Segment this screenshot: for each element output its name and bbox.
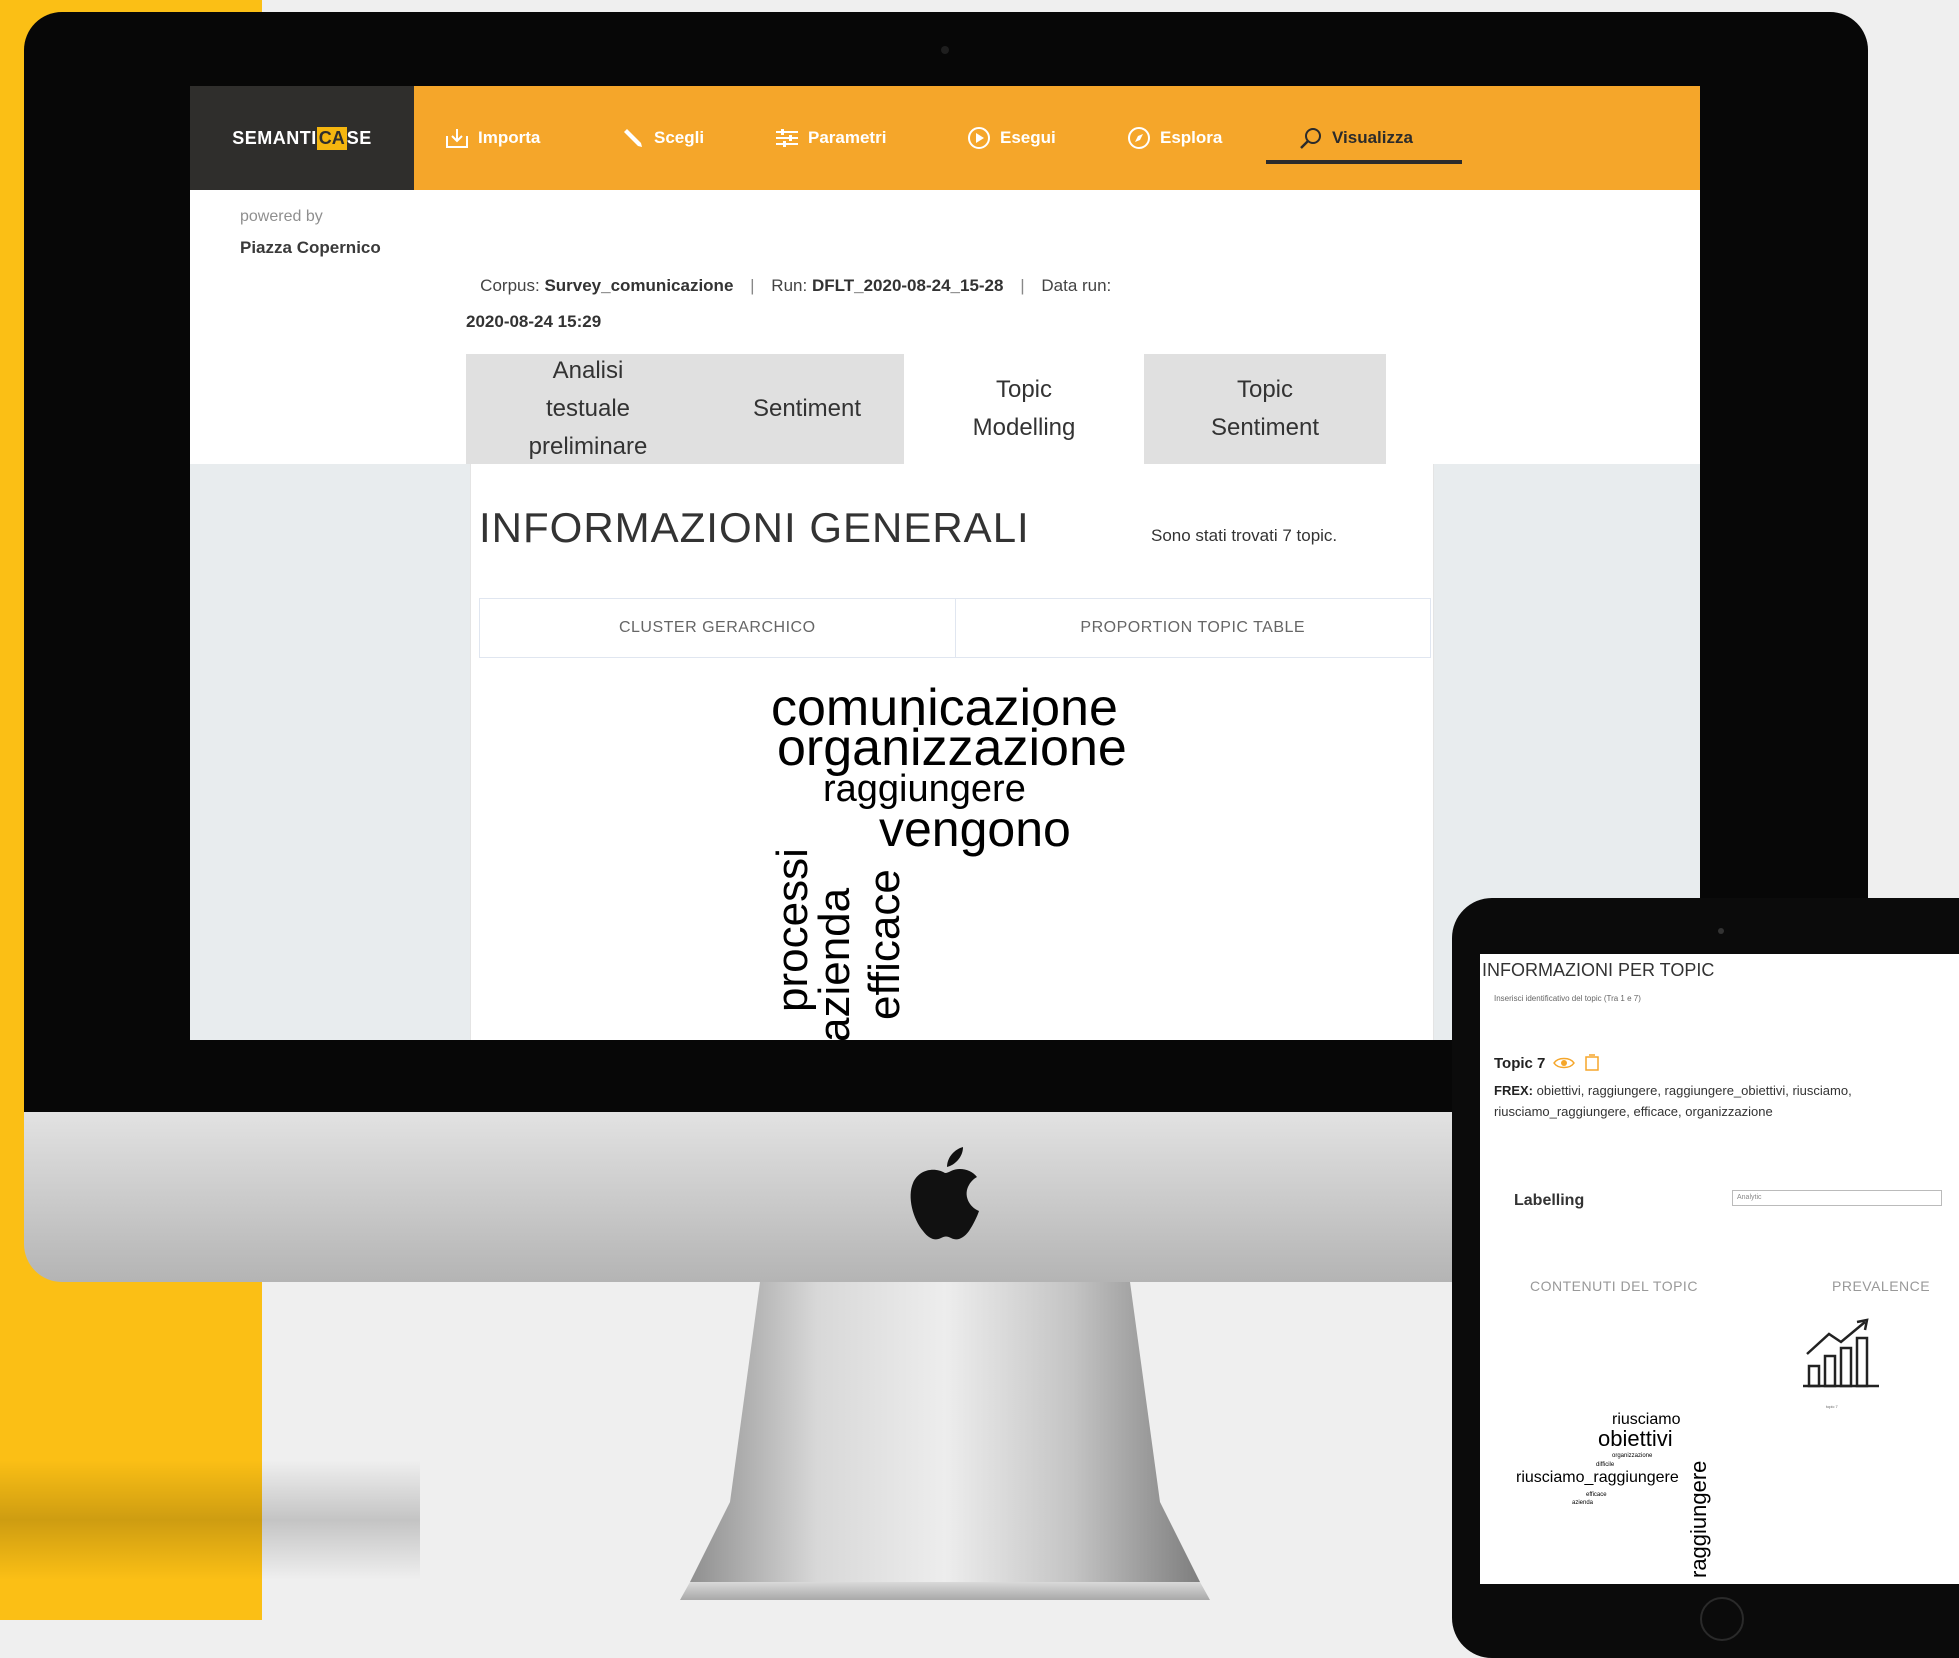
imac-camera xyxy=(941,46,949,54)
corpus-label: Corpus: xyxy=(480,276,540,295)
wordcloud-word: azienda xyxy=(1572,1500,1594,1506)
topic-label: Topic 7 xyxy=(1494,1054,1546,1072)
prevalence-label[interactable]: PREVALENCE xyxy=(1832,1278,1930,1294)
imac-screen: SEMANTI CA SE Importa Scegli Parametri Ese… xyxy=(190,86,1700,1040)
tablet-camera xyxy=(1718,928,1724,934)
labelling-label: Labelling xyxy=(1514,1192,1585,1209)
tab-label: Modelling xyxy=(972,414,1076,441)
frex-text: FREX: obiettivi, raggiungere, raggiunger… xyxy=(1494,1080,1959,1122)
nav-label: Esplora xyxy=(1160,128,1223,147)
wordcloud-word: organizzazione xyxy=(777,719,1127,777)
topic-info-title: INFORMAZIONI PER TOPIC xyxy=(1482,960,1715,980)
wordcloud-word: raggiungere xyxy=(1686,1460,1711,1578)
date-label: Data run: xyxy=(1041,276,1112,295)
compass-icon xyxy=(1128,127,1150,149)
separator: | xyxy=(750,276,755,295)
run-label: Run: xyxy=(771,276,808,295)
import-icon xyxy=(446,129,468,148)
sliders-icon xyxy=(776,129,798,147)
wordcloud-word: azienda xyxy=(810,887,859,1040)
tab-label: Topic xyxy=(1236,376,1294,403)
wordcloud-word: obiettivi xyxy=(1598,1426,1673,1451)
nav-label: Scegli xyxy=(654,128,705,147)
tab-topic-sentiment[interactable]: Topic Sentiment xyxy=(1144,354,1386,464)
apple-logo-icon xyxy=(910,1147,979,1240)
topic-count-text: Sono stati trovati 7 topic. xyxy=(1151,526,1338,545)
labelling-input[interactable]: Analytic xyxy=(1732,1190,1942,1206)
tab-label: Sentiment xyxy=(752,395,862,422)
frex-label: FREX: xyxy=(1494,1083,1533,1098)
nav-importa[interactable]: Importa xyxy=(444,116,540,160)
nav-label: Visualizza xyxy=(1332,128,1413,147)
separator: | xyxy=(1020,276,1025,295)
wordcloud-word: processi xyxy=(768,848,817,1012)
tab-label: Analisi xyxy=(552,357,624,384)
topic-contents-label[interactable]: CONTENUTI DEL TOPIC xyxy=(1530,1278,1698,1294)
tab-analisi-testuale[interactable]: Analisi testuale preliminare xyxy=(466,354,710,464)
subtab-proportion-topic-table[interactable]: PROPORTION TOPIC TABLE xyxy=(954,599,1431,657)
search-icon xyxy=(1300,128,1321,149)
play-icon xyxy=(968,127,990,149)
tab-topic-modelling[interactable]: Topic Modelling xyxy=(904,354,1144,464)
top-navbar: SEMANTI CA SE Importa Scegli Parametri Ese… xyxy=(190,86,1700,190)
chart-caption: topic 7 xyxy=(1826,1404,1838,1409)
copy-icon[interactable] xyxy=(1583,1054,1601,1072)
tab-sentiment[interactable]: Sentiment xyxy=(710,354,904,464)
pencil-icon xyxy=(624,129,642,147)
tablet-home-button xyxy=(1700,1597,1744,1641)
wordcloud-word: organizzazione xyxy=(1612,1453,1653,1459)
active-nav-indicator xyxy=(1266,160,1462,164)
tab-label: testuale xyxy=(545,395,631,422)
frex-terms: obiettivi, raggiungere, raggiungere_obie… xyxy=(1494,1083,1852,1119)
topic-info-subtitle: Inserisci identificativo del topic (Tra … xyxy=(1494,994,1641,1003)
subtab-cluster-gerarchico[interactable]: CLUSTER GERARCHICO xyxy=(480,599,955,657)
nav-label: Importa xyxy=(478,128,541,147)
nav-esegui[interactable]: Esegui xyxy=(966,116,1056,160)
topic-heading: Topic 7 xyxy=(1494,1054,1601,1072)
wordcloud-word: efficace xyxy=(860,869,909,1020)
wordcloud-word: riusciamo_raggiungere xyxy=(1516,1469,1679,1486)
nav-esplora[interactable]: Esplora xyxy=(1126,116,1222,160)
tablet-screen: INFORMAZIONI PER TOPIC Inserisci identif… xyxy=(1480,954,1959,1584)
run-value: DFLT_2020-08-24_15-28 xyxy=(811,276,1004,295)
eye-icon[interactable] xyxy=(1553,1056,1576,1070)
wordcloud-word: difficile xyxy=(1596,1462,1615,1468)
semanticase-logo[interactable]: SEMANTI CA SE xyxy=(190,86,414,190)
nav-scegli[interactable]: Scegli xyxy=(620,116,704,160)
nav-parametri[interactable]: Parametri xyxy=(774,116,886,160)
date-value: 2020-08-24 15:29 xyxy=(466,312,602,331)
nav-label: Esegui xyxy=(1000,128,1056,147)
tab-label: Topic xyxy=(995,376,1052,403)
nav-visualizza[interactable]: Visualizza xyxy=(1298,116,1413,160)
powered-by-name: Piazza Copernico xyxy=(240,238,381,257)
imac-stand xyxy=(680,1282,1210,1600)
powered-by-label: powered by xyxy=(240,208,323,225)
desk-shadow xyxy=(0,1460,420,1580)
subtab-bar: CLUSTER GERARCHICO PROPORTION TOPIC TABL… xyxy=(479,598,1431,658)
wordcloud-word: efficace xyxy=(1586,1492,1607,1498)
prevalence-chart-icon[interactable] xyxy=(1803,1318,1881,1388)
tab-label: Sentiment xyxy=(1210,414,1320,441)
tab-label: preliminare xyxy=(528,433,648,460)
corpus-value: Survey_comunicazione xyxy=(544,276,734,295)
run-info: Corpus: Survey_comunicazione | Run: DFLT… xyxy=(466,268,1386,340)
content-panel: INFORMAZIONI GENERALI Sono stati trovati… xyxy=(470,464,1434,1040)
section-title: INFORMAZIONI GENERALI xyxy=(479,504,1030,551)
nav-label: Parametri xyxy=(808,128,887,147)
wordcloud-word: vengono xyxy=(879,801,1071,857)
